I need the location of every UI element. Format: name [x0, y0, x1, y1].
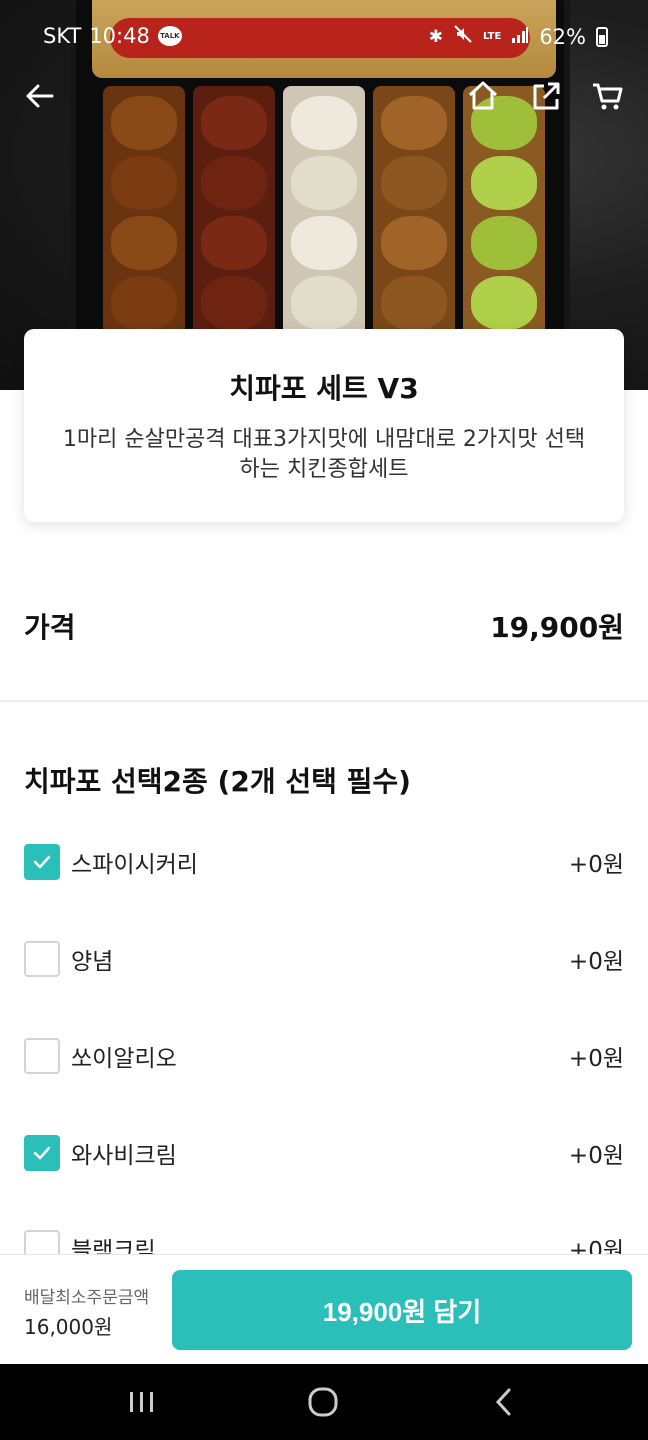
home-circle-icon [308, 1387, 338, 1417]
system-nav-bar [0, 1364, 648, 1440]
checkbox-unchecked[interactable] [24, 941, 60, 977]
chicken-column-3 [283, 86, 365, 336]
product-info-card: 치파포 세트 V3 1마리 순살만공격 대표3가지맛에 내맘대로 2가지맛 선택… [24, 329, 624, 522]
price-row: 가격 19,900원 [24, 606, 624, 646]
cart-icon [593, 83, 623, 110]
chevron-left-icon [495, 1388, 511, 1416]
option-price: +0원 [568, 949, 624, 975]
product-description: 1마리 순살만공격 대표3가지맛에 내맘대로 2가지맛 선택하는 치킨종합세트 [62, 427, 586, 482]
add-to-cart-button[interactable]: 19,900원 담기 [172, 1270, 632, 1350]
order-bar: 배달최소주문금액 16,000원 19,900원 담기 [0, 1254, 648, 1364]
bluetooth-icon: ✱ [428, 26, 443, 47]
option-row[interactable]: 와사비크림 +0원 [24, 1131, 624, 1175]
option-row[interactable]: 쏘이알리오 +0원 [24, 1034, 624, 1078]
checkmark-icon [33, 855, 51, 869]
option-label: 양념 [71, 949, 114, 975]
home-icon [468, 81, 498, 110]
checkbox-checked[interactable] [24, 844, 60, 880]
cart-button[interactable] [590, 78, 626, 114]
mute-icon [453, 24, 473, 49]
battery-icon [596, 26, 608, 47]
price-label: 가격 [24, 611, 76, 644]
signal-icon [511, 25, 529, 49]
share-button[interactable] [528, 78, 564, 114]
kakaotalk-icon: TALK [157, 26, 182, 46]
status-bar: SKT 10:48 TALK ✱ LTE 62% [0, 0, 648, 72]
chicken-column-1 [103, 86, 185, 336]
option-label: 스파이시커리 [71, 852, 198, 878]
checkmark-icon [33, 1146, 51, 1160]
price-value: 19,900원 [490, 611, 624, 644]
min-order-label: 배달최소주문금액 [24, 1288, 150, 1308]
home-button[interactable] [465, 78, 501, 114]
product-title: 치파포 세트 V3 [229, 372, 419, 405]
checkbox-checked[interactable] [24, 1135, 60, 1171]
option-row[interactable]: 양념 +0원 [24, 937, 624, 981]
option-label: 쏘이알리오 [71, 1046, 177, 1072]
share-icon [533, 82, 560, 110]
clock: 10:48 [89, 24, 150, 48]
option-label: 와사비크림 [71, 1143, 177, 1169]
option-section-title: 치파포 선택2종 (2개 선택 필수) [24, 765, 411, 798]
chicken-column-2 [193, 86, 275, 336]
checkbox-unchecked[interactable] [24, 1038, 60, 1074]
arrow-left-icon [26, 84, 54, 108]
option-price: +0원 [568, 1143, 624, 1169]
option-price: +0원 [568, 1046, 624, 1072]
back-button[interactable] [22, 78, 58, 114]
option-price: +0원 [568, 852, 624, 878]
chicken-column-5 [463, 86, 545, 336]
carrier-label: SKT [43, 24, 82, 48]
min-order-value: 16,000원 [24, 1315, 113, 1339]
home-system-button[interactable] [303, 1382, 343, 1422]
battery-percent: 62% [539, 24, 586, 49]
back-system-button[interactable] [484, 1382, 524, 1422]
option-row[interactable]: 스파이시커리 +0원 [24, 840, 624, 884]
section-divider [0, 700, 648, 702]
network-type: LTE [482, 30, 502, 42]
recent-apps-button[interactable] [122, 1382, 162, 1422]
chicken-column-4 [373, 86, 455, 336]
recent-apps-icon [130, 1392, 153, 1412]
